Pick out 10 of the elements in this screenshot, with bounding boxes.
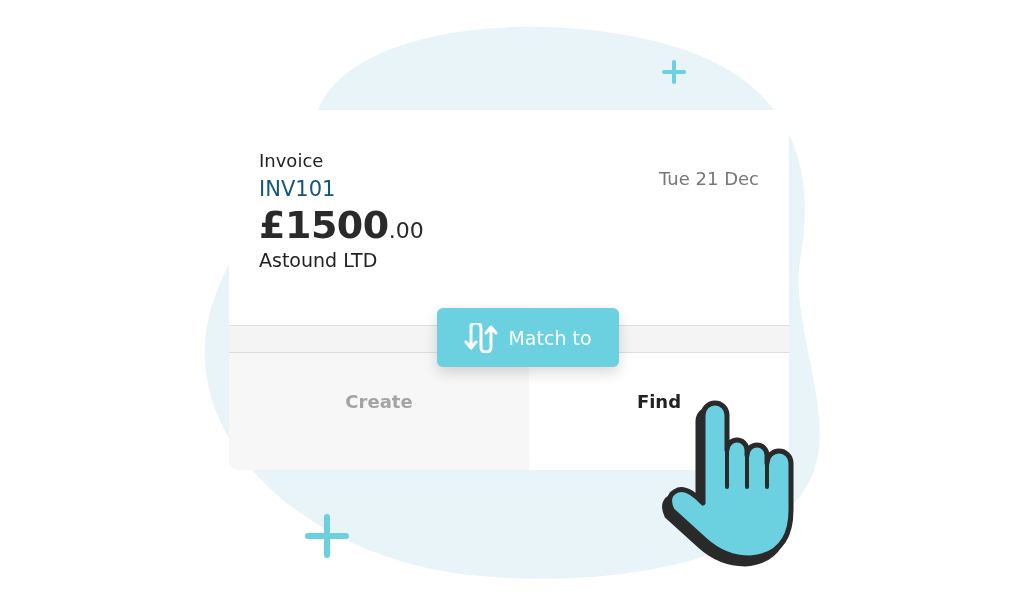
plus-icon [304,513,350,559]
plus-icon [660,58,688,86]
invoice-date: Tue 21 Dec [659,168,759,191]
invoice-amount: £1500 [259,203,389,247]
amount-decimals: .00 [388,218,424,243]
customer-name: Astound LTD [259,249,378,271]
invoice-label: Invoice [259,150,324,171]
match-button[interactable]: Match to [437,308,619,367]
swap-arrows-icon [464,322,499,353]
invoice-number: INV101 [259,177,336,201]
